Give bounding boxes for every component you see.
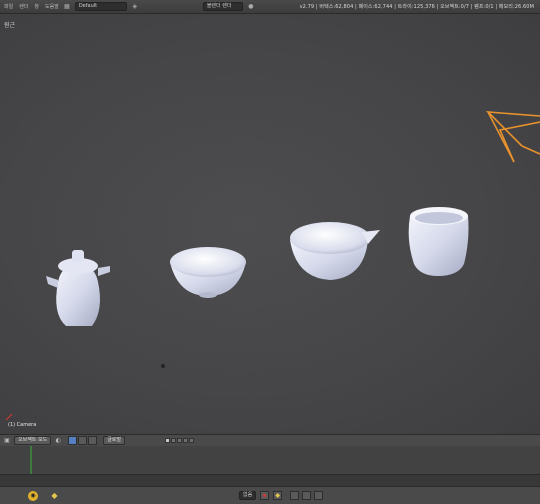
- engine-icon: ●: [248, 3, 254, 10]
- viewport-objects: [5, 111, 540, 421]
- layer-1[interactable]: [165, 438, 171, 443]
- blender-editor-icon[interactable]: ◉: [28, 490, 38, 501]
- transform-orientation-select[interactable]: 글로벌: [103, 436, 126, 445]
- camera-wireframe-icon[interactable]: [485, 111, 540, 163]
- menu-window[interactable]: 창: [34, 3, 39, 10]
- spouted-bowl-mesh[interactable]: [290, 222, 380, 280]
- scene-stats: v2.79 | 버텍스:62,804 | 페이스:62,744 | 트라이:12…: [299, 4, 534, 10]
- top-header-bar: 파일 렌더 창 도움말 ▦ Default ◈ 블렌더 렌더 ● v2.79 |…: [0, 0, 540, 14]
- 3d-cursor[interactable]: [161, 364, 165, 368]
- axis-widget: [5, 413, 13, 421]
- viewport-header: ▣ 오브젝트 모드 ◐ 글로벌: [0, 434, 540, 446]
- interaction-mode-select[interactable]: 오브젝트 모드: [14, 436, 52, 445]
- active-object-label: (1) Camera: [8, 422, 37, 428]
- screen-layout-field[interactable]: Default: [74, 2, 127, 11]
- rotate-manipulator-button[interactable]: [78, 436, 88, 445]
- playback-controls: [290, 491, 324, 500]
- menu-render[interactable]: 렌더: [19, 3, 28, 10]
- keying-set-field[interactable]: 없음: [239, 491, 257, 500]
- menu-file[interactable]: 파일: [4, 3, 13, 10]
- scale-manipulator-button[interactable]: [88, 436, 98, 445]
- scene-icon[interactable]: ◈: [131, 3, 139, 11]
- keyframe-icon[interactable]: ◆: [50, 491, 59, 500]
- jump-start-button[interactable]: [290, 491, 300, 500]
- pivot-buttons: [68, 436, 98, 445]
- main-menu: 파일 렌더 창 도움말: [0, 3, 59, 10]
- editor-type-icon[interactable]: ▣: [3, 437, 11, 445]
- shallow-bowl-mesh[interactable]: [170, 247, 246, 298]
- cup-mesh[interactable]: [408, 207, 469, 276]
- shading-icon[interactable]: ◐: [54, 437, 62, 445]
- jump-end-button[interactable]: [314, 491, 324, 500]
- layer-4[interactable]: [183, 438, 189, 443]
- layer-3[interactable]: [177, 438, 183, 443]
- render-engine-select[interactable]: 블렌더 렌더: [202, 2, 243, 11]
- translate-manipulator-button[interactable]: [68, 436, 78, 445]
- record-button[interactable]: [260, 491, 270, 500]
- play-button[interactable]: [302, 491, 312, 500]
- layer-2[interactable]: [171, 438, 177, 443]
- layer-5[interactable]: [189, 438, 195, 443]
- layout-icon[interactable]: ▦: [63, 3, 71, 11]
- keyset-icon[interactable]: ◆: [273, 491, 283, 500]
- timeline-area[interactable]: [0, 446, 540, 486]
- teapot-mesh[interactable]: [46, 250, 110, 326]
- layer-buttons: [165, 438, 195, 443]
- timeline-ruler[interactable]: [0, 474, 540, 486]
- timeline-header: ◉ ◆ 없음 ◆: [0, 486, 540, 504]
- menu-help[interactable]: 도움말: [45, 3, 59, 10]
- 3d-viewport[interactable]: 원근 (1) Camera: [0, 14, 540, 434]
